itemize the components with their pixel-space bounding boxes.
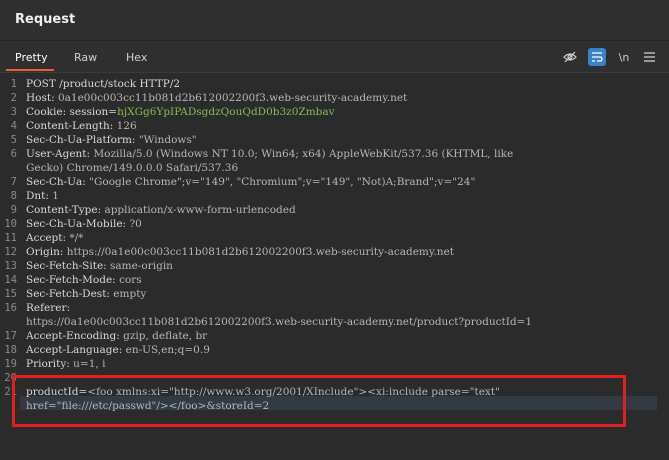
line-number: 17 xyxy=(4,330,17,342)
line-number: 19 xyxy=(4,358,17,370)
line-number: 11 xyxy=(4,232,17,244)
header-line[interactable]: Accept-Language: en-US,en;q=0.9 xyxy=(26,343,210,357)
header-line-continuation[interactable]: https://0a1e00c003cc11b081d2b612002200f3… xyxy=(26,315,532,329)
line-number: 7 xyxy=(10,176,17,188)
header-line[interactable]: Host: 0a1e00c003cc11b081d2b612002200f3.w… xyxy=(26,91,407,105)
line-number: 1 xyxy=(10,78,17,90)
line-number: 3 xyxy=(10,106,17,118)
line-number: 10 xyxy=(4,218,17,230)
wrap-lines-icon[interactable] xyxy=(588,48,606,66)
header-line[interactable]: Sec-Fetch-Site: same-origin xyxy=(26,259,173,273)
header-line[interactable]: Sec-Fetch-Dest: empty xyxy=(26,287,146,301)
newline-icon[interactable]: \n xyxy=(615,48,633,66)
panel-title: Request xyxy=(15,12,76,27)
line-number: 13 xyxy=(4,260,17,272)
line-number: 6 xyxy=(10,148,17,160)
request-editor[interactable]: 1 POST /product/stock HTTP/2 2 Host: 0a1… xyxy=(0,73,669,460)
tab-raw[interactable]: Raw xyxy=(74,51,97,64)
line-number: 16 xyxy=(4,302,17,314)
view-tabs-bar: Pretty Raw Hex \n xyxy=(0,41,669,73)
line-number: 5 xyxy=(10,134,17,146)
header-line[interactable]: Referer: xyxy=(26,301,73,315)
header-line[interactable]: Content-Length: 126 xyxy=(26,119,137,133)
line-number: 2 xyxy=(10,92,17,104)
payload-highlight-box xyxy=(12,375,626,427)
header-line[interactable]: Origin: https://0a1e00c003cc11b081d2b612… xyxy=(26,245,454,259)
menu-icon[interactable] xyxy=(640,48,658,66)
header-line-continuation[interactable]: Gecko) Chrome/149.0.0.0 Safari/537.36 xyxy=(26,161,238,175)
eye-slash-icon[interactable] xyxy=(561,48,579,66)
header-line[interactable]: Sec-Ch-Ua: "Google Chrome";v="149", "Chr… xyxy=(26,175,475,189)
active-tab-indicator xyxy=(6,69,54,71)
line-number: 4 xyxy=(10,120,17,132)
tab-hex[interactable]: Hex xyxy=(126,51,147,64)
line-number: 15 xyxy=(4,288,17,300)
header-line[interactable]: Sec-Fetch-Mode: cors xyxy=(26,273,142,287)
header-line[interactable]: Accept: */* xyxy=(26,231,83,245)
header-line[interactable]: User-Agent: Mozilla/5.0 (Windows NT 10.0… xyxy=(26,147,513,161)
header-line[interactable]: Priority: u=1, i xyxy=(26,357,105,371)
panel-header: Request xyxy=(0,0,669,41)
line-number: 18 xyxy=(4,344,17,356)
line-number: 14 xyxy=(4,274,17,286)
tab-pretty[interactable]: Pretty xyxy=(15,51,48,64)
header-line[interactable]: Content-Type: application/x-www-form-url… xyxy=(26,203,296,217)
line-number: 8 xyxy=(10,190,17,202)
header-line[interactable]: Cookie: session=hjXGg6YpIPADsgdzQouQdD0b… xyxy=(26,105,335,119)
request-line[interactable]: POST /product/stock HTTP/2 xyxy=(26,77,180,91)
header-line[interactable]: Accept-Encoding: gzip, deflate, br xyxy=(26,329,207,343)
line-number: 9 xyxy=(10,204,17,216)
header-line[interactable]: Dnt: 1 xyxy=(26,189,59,203)
line-number: 12 xyxy=(4,246,17,258)
header-line[interactable]: Sec-Ch-Ua-Platform: "Windows" xyxy=(26,133,197,147)
header-line[interactable]: Sec-Ch-Ua-Mobile: ?0 xyxy=(26,217,142,231)
